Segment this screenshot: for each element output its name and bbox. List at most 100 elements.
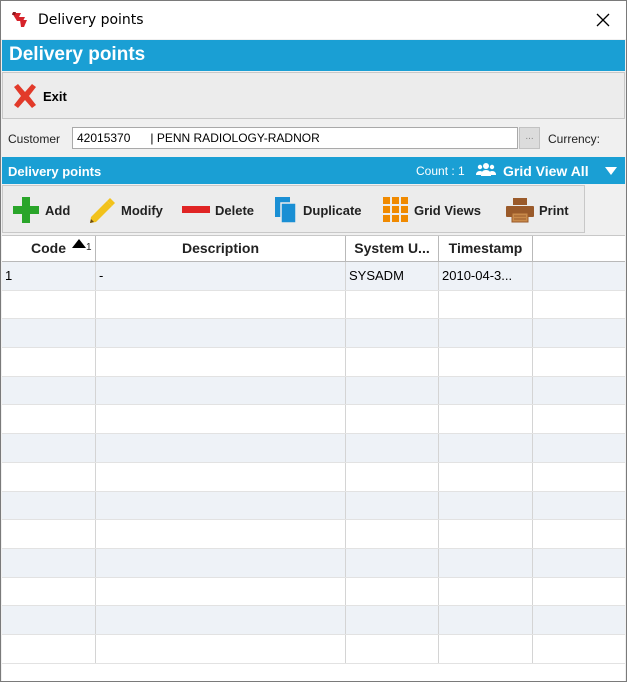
table-row[interactable]: 1 - SYSADM 2010-04-3... bbox=[2, 262, 625, 291]
empty-cell bbox=[2, 290, 96, 319]
column-label-description: Description bbox=[181, 240, 259, 256]
modify-label: Modify bbox=[121, 202, 163, 218]
empty-row bbox=[2, 348, 625, 377]
empty-cell bbox=[533, 405, 625, 433]
empty-row bbox=[2, 606, 625, 635]
empty-cell bbox=[96, 548, 346, 577]
empty-cell bbox=[533, 319, 625, 347]
empty-row bbox=[2, 434, 625, 463]
empty-cell bbox=[439, 290, 533, 319]
cell-system-user: SYSADM bbox=[346, 262, 439, 290]
exit-button[interactable]: Exit bbox=[11, 81, 67, 111]
cell-description: - bbox=[96, 262, 346, 290]
empty-cell bbox=[346, 290, 439, 319]
header-band: Delivery points bbox=[2, 40, 625, 71]
empty-cell bbox=[2, 548, 96, 577]
modify-button[interactable]: Modify bbox=[87, 194, 163, 226]
empty-cell bbox=[439, 434, 533, 462]
empty-cell bbox=[346, 520, 439, 548]
add-button[interactable]: Add bbox=[11, 194, 70, 226]
empty-cell bbox=[346, 434, 439, 462]
column-label-code: Code bbox=[31, 240, 66, 256]
empty-cell bbox=[2, 348, 96, 376]
exit-bar: Exit bbox=[2, 72, 625, 119]
duplicate-label: Duplicate bbox=[303, 202, 362, 218]
section-bar: Delivery points Count : 1 Grid View All bbox=[2, 157, 625, 184]
column-header-code[interactable]: Code 1 bbox=[2, 236, 96, 262]
print-label: Print bbox=[539, 202, 569, 218]
empty-cell bbox=[2, 319, 96, 348]
cell-filler bbox=[533, 262, 625, 290]
empty-cell bbox=[346, 606, 439, 634]
currency-label: Currency: bbox=[548, 132, 601, 146]
empty-cell bbox=[96, 376, 346, 405]
empty-cell bbox=[439, 548, 533, 577]
plus-icon bbox=[13, 197, 39, 223]
exit-label: Exit bbox=[43, 88, 67, 104]
close-button[interactable] bbox=[580, 1, 626, 39]
duplicate-button[interactable]: Duplicate bbox=[273, 194, 362, 226]
empty-cell bbox=[2, 577, 96, 606]
empty-cell bbox=[439, 319, 533, 348]
column-header-system-user[interactable]: System U... bbox=[346, 236, 439, 262]
section-title: Delivery points bbox=[8, 164, 102, 179]
empty-cell bbox=[96, 634, 346, 663]
print-button[interactable]: Print bbox=[505, 194, 569, 226]
grid-view-selector[interactable]: Grid View All bbox=[503, 163, 589, 179]
column-header-timestamp[interactable]: Timestamp bbox=[439, 236, 533, 262]
grid-views-button[interactable]: Grid Views bbox=[382, 194, 481, 226]
customer-field[interactable]: 42015370 | PENN RADIOLOGY-RADNOR bbox=[72, 127, 518, 149]
empty-cell bbox=[533, 434, 625, 462]
app-logo-icon bbox=[12, 12, 27, 27]
sort-order-number: 1 bbox=[86, 242, 92, 253]
delivery-points-window: Delivery points Delivery points Exit Cus… bbox=[0, 0, 627, 682]
empty-row bbox=[2, 376, 625, 406]
empty-cell bbox=[346, 348, 439, 376]
empty-row bbox=[2, 290, 625, 320]
empty-cell bbox=[346, 548, 439, 577]
empty-cell bbox=[439, 520, 533, 548]
cell-code: 1 bbox=[2, 262, 96, 290]
empty-cell bbox=[439, 634, 533, 663]
pencil-icon bbox=[90, 198, 115, 223]
delete-button[interactable]: Delete bbox=[181, 194, 254, 226]
empty-cell bbox=[346, 376, 439, 405]
empty-row bbox=[2, 634, 625, 664]
column-label-system-user: System U... bbox=[354, 240, 430, 256]
close-icon bbox=[596, 13, 610, 27]
column-header-description[interactable]: Description bbox=[96, 236, 346, 262]
empty-cell bbox=[439, 577, 533, 606]
empty-cell bbox=[533, 606, 625, 634]
empty-cell bbox=[533, 377, 625, 405]
sort-ascending-icon bbox=[72, 239, 86, 248]
empty-cell bbox=[2, 606, 96, 634]
record-count: Count : 1 bbox=[416, 164, 465, 178]
empty-cell bbox=[533, 520, 625, 548]
window-title: Delivery points bbox=[38, 12, 144, 28]
empty-cell bbox=[533, 578, 625, 606]
empty-cell bbox=[533, 463, 625, 491]
customer-label: Customer bbox=[8, 132, 61, 146]
customer-lookup-button[interactable]: ... bbox=[519, 127, 540, 149]
delete-label: Delete bbox=[215, 202, 255, 218]
chevron-down-icon[interactable] bbox=[605, 167, 617, 175]
empty-cell bbox=[2, 434, 96, 462]
empty-cell bbox=[2, 405, 96, 434]
empty-row bbox=[2, 520, 625, 549]
empty-cell bbox=[346, 405, 439, 434]
empty-cell bbox=[2, 634, 96, 663]
title-bar: Delivery points bbox=[1, 1, 626, 39]
empty-cell bbox=[96, 462, 346, 491]
empty-cell bbox=[439, 376, 533, 405]
empty-cell bbox=[2, 520, 96, 548]
empty-cell bbox=[2, 376, 96, 405]
empty-cell bbox=[346, 634, 439, 663]
empty-cell bbox=[346, 462, 439, 491]
empty-cell bbox=[533, 291, 625, 319]
grid-header: Code 1 Description System U... Timestamp bbox=[2, 236, 625, 262]
empty-cell bbox=[2, 491, 96, 520]
empty-row bbox=[2, 577, 625, 607]
minus-icon bbox=[182, 206, 210, 213]
empty-cell bbox=[346, 319, 439, 348]
empty-cell bbox=[96, 319, 346, 348]
